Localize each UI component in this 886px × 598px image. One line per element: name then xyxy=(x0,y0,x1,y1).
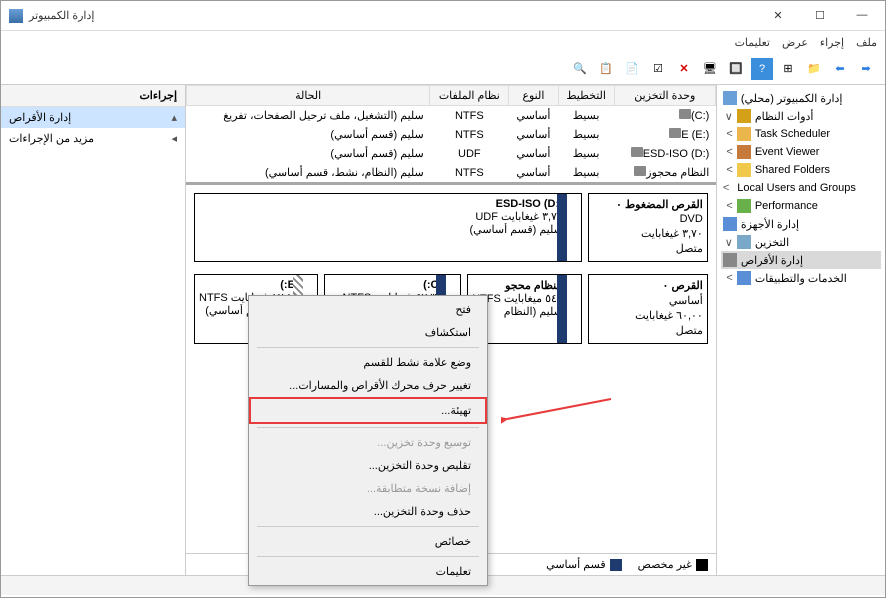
toolbar-help-icon[interactable]: ? xyxy=(751,58,773,80)
actions-disk-management[interactable]: ▴إدارة الأقراص xyxy=(1,107,185,128)
services-icon xyxy=(737,271,751,285)
separator xyxy=(257,526,479,527)
menubar: ملف إجراء عرض تعليمات xyxy=(1,31,885,53)
table-row[interactable]: ESD-ISO (D:)بسيطأساسيUDFسليم (قسم أساسي) xyxy=(187,144,716,163)
ctx-mark-active[interactable]: وضع علامة نشط للقسم xyxy=(251,351,485,374)
col-type[interactable]: النوع xyxy=(509,86,558,106)
ctx-open[interactable]: فتح xyxy=(251,298,485,321)
storage-icon xyxy=(737,235,751,249)
tree-performance[interactable]: Performance> xyxy=(721,197,881,215)
event-icon xyxy=(737,145,751,159)
toolbar-view-icon[interactable]: ⊞ xyxy=(777,58,799,80)
legend-primary: قسم أساسي xyxy=(546,558,621,571)
app-icon xyxy=(9,9,23,23)
tree-storage[interactable]: التخزين∨ xyxy=(721,233,881,251)
col-layout[interactable]: التخطيط xyxy=(558,86,614,106)
window-title: إدارة الكمبيوتر xyxy=(29,9,94,22)
table-row[interactable]: النظام محجوزبسيطأساسيNTFSسليم (النظام، ن… xyxy=(187,163,716,182)
legend-unallocated: غير مخصص xyxy=(638,558,708,571)
context-menu: فتح استكشاف وضع علامة نشط للقسم تغيير حر… xyxy=(248,295,488,586)
volume-table: وحدة التخزين التخطيط النوع نظام الملفات … xyxy=(186,85,716,182)
center-panel: وحدة التخزين التخطيط النوع نظام الملفات … xyxy=(185,85,716,575)
tree-task-scheduler[interactable]: Task Scheduler> xyxy=(721,125,881,143)
toolbar: 🔍 📋 📄 ☑ ✕ 🖥 🔲 ? ⊞ 📁 ⬅ ➡ xyxy=(1,53,885,85)
tree-panel: إدارة الكمبيوتر (محلي) أدوات النظام∨ Tas… xyxy=(716,85,885,575)
disk-label-cdrom[interactable]: القرص المضغوط ٠ DVD ٣,٧٠ غيغابايت متصل xyxy=(588,193,708,262)
close-button[interactable]: ✕ xyxy=(763,9,793,22)
menu-file[interactable]: ملف xyxy=(856,36,877,49)
ctx-format[interactable]: تهيئة... xyxy=(251,399,485,422)
table-row[interactable]: E (E:)بسيطأساسيNTFSسليم (قسم أساسي) xyxy=(187,125,716,144)
actions-panel: إجراءات ▴إدارة الأقراص ◂مزيد من الإجراءا… xyxy=(1,85,185,575)
ctx-help[interactable]: تعليمات xyxy=(251,560,485,583)
ctx-shrink[interactable]: تقليص وحدة التخزين... xyxy=(251,454,485,477)
toolbar-check-icon[interactable]: ☑ xyxy=(647,58,669,80)
menu-view[interactable]: عرض xyxy=(782,36,808,49)
menu-help[interactable]: تعليمات xyxy=(735,36,770,49)
tools-icon xyxy=(737,109,751,123)
ctx-change-drive-letter[interactable]: تغيير حرف محرك الأقراص والمسارات... xyxy=(251,374,485,397)
highlighted-annotation: تهيئة... xyxy=(249,397,487,424)
actions-header: إجراءات xyxy=(1,85,185,107)
toolbar-properties-icon[interactable]: 🖥 xyxy=(699,58,721,80)
toolbar-forward-icon[interactable]: ➡ xyxy=(855,58,877,80)
toolbar-up-icon[interactable]: 📁 xyxy=(803,58,825,80)
disk-row-cdrom: القرص المضغوط ٠ DVD ٣,٧٠ غيغابايت متصل E… xyxy=(194,193,708,262)
computer-icon xyxy=(723,91,737,105)
maximize-button[interactable]: ☐ xyxy=(805,9,835,22)
ctx-add-mirror: إضافة نسخة متطابقة... xyxy=(251,477,485,500)
minimize-button[interactable]: — xyxy=(847,9,877,22)
toolbar-find-icon[interactable]: 🔍 xyxy=(569,58,591,80)
tree-root[interactable]: إدارة الكمبيوتر (محلي) xyxy=(721,89,881,107)
ctx-explore[interactable]: استكشاف xyxy=(251,321,485,344)
toolbar-new-icon[interactable]: 📄 xyxy=(621,58,643,80)
col-volume[interactable]: وحدة التخزين xyxy=(614,86,715,106)
tree-event-viewer[interactable]: Event Viewer> xyxy=(721,143,881,161)
perf-icon xyxy=(737,199,751,213)
tree-local-users[interactable]: Local Users and Groups> xyxy=(721,179,881,197)
toolbar-list-icon[interactable]: 📋 xyxy=(595,58,617,80)
titlebar: ✕ ☐ — إدارة الكمبيوتر xyxy=(1,1,885,31)
ctx-properties[interactable]: خصائص xyxy=(251,530,485,553)
tree-shared-folders[interactable]: Shared Folders> xyxy=(721,161,881,179)
folder-icon xyxy=(737,163,751,177)
ctx-extend: توسيع وحدة تخزين... xyxy=(251,431,485,454)
toolbar-delete-icon[interactable]: ✕ xyxy=(673,58,695,80)
ctx-delete-volume[interactable]: حذف وحدة التخزين... xyxy=(251,500,485,523)
device-icon xyxy=(723,217,737,231)
menu-action[interactable]: إجراء xyxy=(820,36,844,49)
table-row[interactable]: (C:)بسيطأساسيNTFSسليم (التشغيل، ملف ترحي… xyxy=(187,106,716,126)
disk-label-0[interactable]: القرص ٠ أساسي ٦٠,٠٠ غيغابايت متصل xyxy=(588,274,708,344)
separator xyxy=(257,556,479,557)
partition-esd-iso[interactable]: ESD-ISO (D:) ٣,٧٠ غيغابايت UDF سليم (قسم… xyxy=(194,193,582,262)
tree-services[interactable]: الخدمات والتطبيقات> xyxy=(721,269,881,287)
tree-device-manager[interactable]: إدارة الأجهزة xyxy=(721,215,881,233)
toolbar-refresh-icon[interactable]: 🔲 xyxy=(725,58,747,80)
col-status[interactable]: الحالة xyxy=(187,86,430,106)
tree-disk-management[interactable]: إدارة الأقراص xyxy=(721,251,881,269)
separator xyxy=(257,427,479,428)
disk-icon xyxy=(723,253,737,267)
separator xyxy=(257,347,479,348)
toolbar-back-icon[interactable]: ⬅ xyxy=(829,58,851,80)
scheduler-icon xyxy=(737,127,751,141)
tree-system-tools[interactable]: أدوات النظام∨ xyxy=(721,107,881,125)
actions-more[interactable]: ◂مزيد من الإجراءات xyxy=(1,128,185,149)
col-fs[interactable]: نظام الملفات xyxy=(430,86,509,106)
